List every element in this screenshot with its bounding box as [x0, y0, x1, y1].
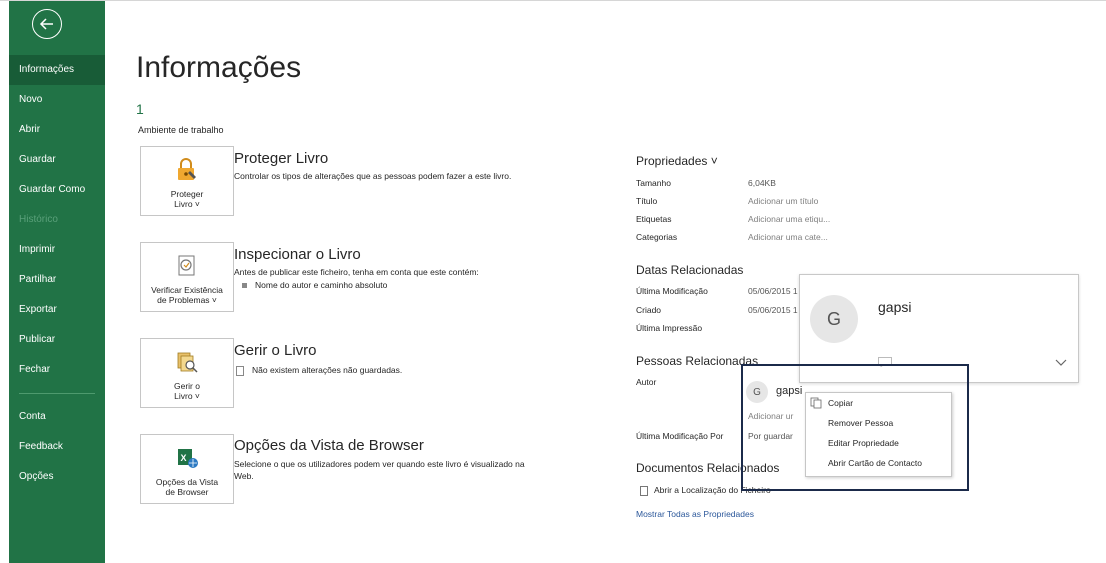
- backstage-window: Informações Novo Abrir Guardar Guardar C…: [0, 0, 1106, 563]
- inspect-heading: Inspecionar o Livro: [234, 246, 361, 263]
- menu-item-remove-person[interactable]: Remover Pessoa: [806, 413, 951, 433]
- sidebar-item-informacoes[interactable]: Informações: [9, 55, 105, 85]
- people-key-last-modified-by: Última Modificação Por: [636, 431, 724, 441]
- inspect-description: Antes de publicar este ficheiro, tenha e…: [234, 267, 479, 277]
- browser-view-options-button[interactable]: X Opções da Vista de Browser: [140, 434, 234, 504]
- prop-value-size: 6,04KB: [748, 178, 776, 188]
- date-key-printed: Última Impressão: [636, 323, 703, 333]
- back-arrow-icon: [39, 18, 53, 30]
- file-name: 1: [136, 101, 144, 117]
- open-file-location[interactable]: Abrir a Localização do Ficheiro: [640, 485, 771, 496]
- manage-description-row: Não existem alterações não guardadas.: [236, 365, 402, 376]
- sidebar-item-novo[interactable]: Novo: [9, 85, 105, 115]
- sidebar-item-exportar[interactable]: Exportar: [9, 295, 105, 325]
- chevron-down-icon[interactable]: [1054, 355, 1068, 369]
- sidebar-item-imprimir[interactable]: Imprimir: [9, 235, 105, 265]
- browser-description-2: Web.: [234, 471, 254, 481]
- contact-card-popup: G gapsi: [799, 274, 1079, 383]
- inspect-bullet: Nome do autor e caminho absoluto: [242, 280, 387, 291]
- sidebar-item-conta[interactable]: Conta: [9, 402, 105, 432]
- browser-heading: Opções da Vista de Browser: [234, 437, 424, 454]
- check-for-issues-button[interactable]: Verificar Existência de Problemas ˅: [140, 242, 234, 312]
- protect-heading: Proteger Livro: [234, 150, 329, 167]
- people-key-author: Autor: [636, 377, 657, 387]
- manage-tile-label-1: Gerir o: [174, 381, 200, 391]
- browser-description-1: Selecione o que os utilizadores podem ve…: [234, 459, 525, 469]
- protect-description: Controlar os tipos de alterações que as …: [234, 171, 512, 181]
- sidebar-item-opcoes[interactable]: Opções: [9, 462, 105, 492]
- menu-item-edit-property[interactable]: Editar Propriedade: [806, 433, 951, 453]
- browser-tile-label-2: de Browser: [165, 487, 209, 497]
- date-key-created: Criado: [636, 305, 662, 315]
- file-path: Ambiente de trabalho: [138, 125, 224, 135]
- svg-text:X: X: [181, 453, 187, 463]
- related-documents-heading: Documentos Relacionados: [636, 461, 780, 475]
- bullet-square-icon: [242, 283, 247, 289]
- prop-key-title: Título: [636, 196, 658, 206]
- inspect-bullet-text: Nome do autor e caminho absoluto: [255, 280, 388, 290]
- lock-key-icon: [172, 155, 202, 185]
- open-file-location-label: Abrir a Localização do Ficheiro: [654, 485, 771, 495]
- prop-value-title[interactable]: Adicionar um título: [748, 196, 818, 206]
- copy-icon: [810, 397, 822, 409]
- menu-item-copy[interactable]: Copiar: [806, 393, 951, 413]
- protect-workbook-button[interactable]: Proteger Livro ˅: [140, 146, 234, 216]
- prop-key-categories: Categorias: [636, 232, 678, 242]
- sidebar-item-publicar[interactable]: Publicar: [9, 325, 105, 355]
- people-value-last-modified-by: Por guardar: [748, 431, 793, 441]
- contact-avatar: G: [810, 295, 858, 343]
- inspect-document-icon: [172, 251, 202, 281]
- sidebar-item-partilhar[interactable]: Partilhar: [9, 265, 105, 295]
- author-avatar[interactable]: G: [746, 381, 768, 403]
- related-dates-heading: Datas Relacionadas: [636, 263, 744, 277]
- prop-key-size: Tamanho: [636, 178, 671, 188]
- prop-value-categories[interactable]: Adicionar uma cate...: [748, 232, 828, 242]
- add-author-link[interactable]: Adicionar ur: [748, 411, 793, 421]
- message-icon[interactable]: [878, 357, 892, 367]
- sidebar-divider: [19, 393, 95, 394]
- protect-tile-label-1: Proteger: [170, 189, 204, 199]
- page-title: Informações: [136, 51, 302, 84]
- properties-dropdown[interactable]: Propriedades ˅: [636, 154, 718, 168]
- menu-item-open-contact-card-label: Abrir Cartão de Contacto: [828, 458, 923, 468]
- sidebar-item-historico: Histórico: [19, 214, 58, 225]
- document-small-icon: [236, 365, 244, 376]
- menu-item-open-contact-card[interactable]: Abrir Cartão de Contacto: [806, 453, 951, 473]
- show-all-properties-link[interactable]: Mostrar Todas as Propriedades: [636, 509, 754, 519]
- document-icon: [640, 485, 648, 496]
- menu-item-copy-label: Copiar: [828, 398, 854, 408]
- sidebar-item-guardar-como[interactable]: Guardar Como: [9, 175, 105, 205]
- manage-workbook-button[interactable]: Gerir o Livro ˅: [140, 338, 234, 408]
- manage-workbook-icon: [172, 347, 202, 377]
- manage-description: Não existem alterações não guardadas.: [252, 365, 403, 375]
- sidebar-item-guardar[interactable]: Guardar: [9, 145, 105, 175]
- sidebar-nav: Informações Novo Abrir Guardar Guardar C…: [9, 55, 105, 492]
- back-button[interactable]: [32, 9, 62, 39]
- inspect-tile-label-2: de Problemas ˅: [157, 295, 217, 305]
- manage-heading: Gerir o Livro: [234, 342, 317, 359]
- prop-key-tags: Etiquetas: [636, 214, 672, 224]
- browser-tile-label-1: Opções da Vista: [155, 477, 219, 487]
- backstage-sidebar: Informações Novo Abrir Guardar Guardar C…: [9, 1, 105, 563]
- inspect-tile-label-1: Verificar Existência: [151, 285, 223, 295]
- prop-value-tags[interactable]: Adicionar uma etiqu...: [748, 214, 830, 224]
- sidebar-item-fechar[interactable]: Fechar: [9, 355, 105, 385]
- sidebar-item-abrir[interactable]: Abrir: [9, 115, 105, 145]
- menu-item-edit-property-label: Editar Propriedade: [828, 438, 899, 448]
- protect-tile-label-2: Livro ˅: [174, 199, 200, 209]
- date-value-modified: 05/06/2015 1: [748, 286, 798, 296]
- menu-item-remove-person-label: Remover Pessoa: [828, 418, 894, 428]
- manage-tile-label-2: Livro ˅: [174, 391, 200, 401]
- author-context-menu: Copiar Remover Pessoa Editar Propriedade…: [805, 392, 952, 477]
- sidebar-item-feedback[interactable]: Feedback: [9, 432, 105, 462]
- contact-name: gapsi: [878, 299, 912, 315]
- author-name[interactable]: gapsi: [776, 385, 802, 397]
- date-key-modified: Última Modificação: [636, 286, 708, 296]
- excel-globe-icon: X: [172, 443, 202, 473]
- date-value-created: 05/06/2015 1: [748, 305, 798, 315]
- related-people-heading: Pessoas Relacionadas: [636, 354, 759, 368]
